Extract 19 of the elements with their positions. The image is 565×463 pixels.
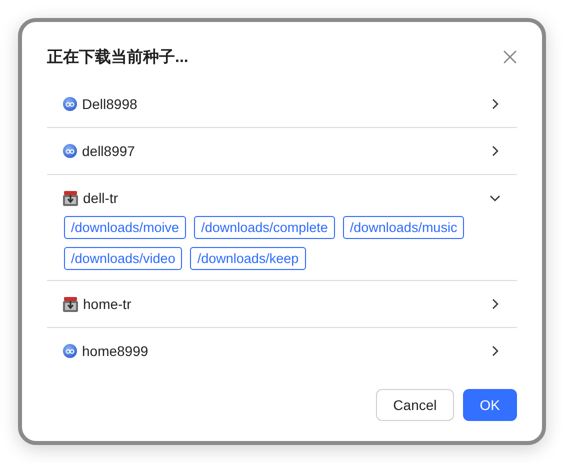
cancel-button[interactable]: Cancel <box>376 389 454 421</box>
client-logo-icon <box>63 190 78 206</box>
ok-button[interactable]: OK <box>462 389 517 421</box>
client-name[interactable]: dell-tr <box>83 190 489 206</box>
path-tag[interactable]: /downloads/keep <box>190 247 306 270</box>
path-tag[interactable]: /downloads/music <box>342 216 464 239</box>
path-tag[interactable]: /downloads/complete <box>194 216 335 239</box>
close-button[interactable] <box>502 49 518 65</box>
client-name[interactable]: home8999 <box>82 343 489 359</box>
client-name[interactable]: Dell8998 <box>82 96 489 112</box>
client-logo-icon <box>63 144 77 158</box>
client-name[interactable]: dell8997 <box>82 143 489 159</box>
path-tag[interactable]: /downloads/moive <box>64 216 186 239</box>
client-logo-icon <box>63 344 77 358</box>
client-logo-icon <box>63 296 78 312</box>
path-tag[interactable]: /downloads/video <box>64 247 182 270</box>
client-name[interactable]: home-tr <box>83 296 489 312</box>
dialog-title: 正在下载当前种子... <box>47 48 188 68</box>
client-logo-icon <box>63 97 77 111</box>
